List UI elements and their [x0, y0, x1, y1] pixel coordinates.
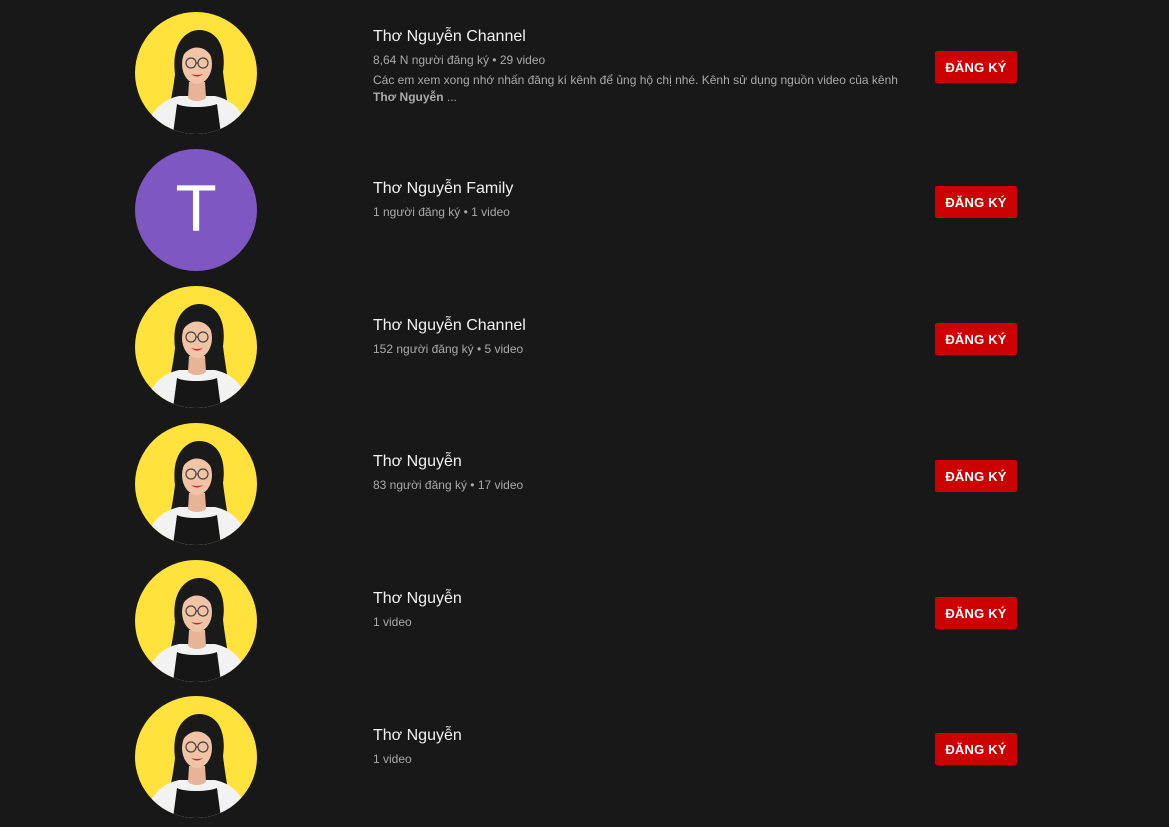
channel-title[interactable]: Thơ Nguyễn Channel [373, 26, 908, 48]
channel-title[interactable]: Thơ Nguyễn [373, 451, 908, 473]
profile-photo-icon [135, 12, 257, 134]
channel-title[interactable]: Thơ Nguyễn [373, 725, 908, 747]
channel-title[interactable]: Thơ Nguyễn [373, 588, 908, 610]
description-ellipsis: ... [443, 90, 457, 104]
channel-avatar[interactable]: T [135, 149, 257, 271]
channel-meta: 8,64 N người đăng ký • 29 video [373, 53, 546, 67]
profile-photo-icon [135, 560, 257, 682]
channel-info: Thơ Nguyễn 1 video [373, 725, 908, 768]
channel-result: Thơ Nguyễn 1 video ĐĂNG KÝ [0, 560, 1169, 682]
channel-result: T Thơ Nguyễn Family 1 người đăng ký • 1 … [0, 149, 1169, 271]
subscribe-button[interactable]: ĐĂNG KÝ [935, 460, 1017, 492]
channel-avatar[interactable] [135, 560, 257, 682]
subscribe-button[interactable]: ĐĂNG KÝ [935, 323, 1017, 355]
channel-title[interactable]: Thơ Nguyễn Family [373, 178, 908, 200]
channel-result: Thơ Nguyễn 1 video ĐĂNG KÝ [0, 696, 1169, 818]
channel-meta: 1 video [373, 615, 412, 629]
subscribe-button[interactable]: ĐĂNG KÝ [935, 51, 1017, 83]
channel-avatar[interactable] [135, 12, 257, 134]
channel-avatar[interactable] [135, 286, 257, 408]
channel-info: Thơ Nguyễn 83 người đăng ký • 17 video [373, 451, 908, 494]
description-highlight: Thơ Nguyễn [373, 90, 444, 104]
profile-photo-icon [135, 286, 257, 408]
avatar-letter: T [177, 173, 215, 246]
channel-info: Thơ Nguyễn Channel 152 người đăng ký • 5… [373, 315, 908, 358]
subscribe-button[interactable]: ĐĂNG KÝ [935, 186, 1017, 218]
channel-info: Thơ Nguyễn Family 1 người đăng ký • 1 vi… [373, 178, 908, 221]
profile-photo-icon [135, 696, 257, 818]
subscribe-button[interactable]: ĐĂNG KÝ [935, 733, 1017, 765]
channel-meta: 1 video [373, 752, 412, 766]
channel-result: Thơ Nguyễn Channel 152 người đăng ký • 5… [0, 286, 1169, 408]
channel-title[interactable]: Thơ Nguyễn Channel [373, 315, 908, 337]
description-text: Các em xem xong nhớ nhấn đăng kí kênh để… [373, 73, 898, 87]
channel-meta: 1 người đăng ký • 1 video [373, 205, 510, 219]
channel-avatar[interactable] [135, 696, 257, 818]
channel-info: Thơ Nguyễn Channel 8,64 N người đăng ký … [373, 26, 908, 106]
channel-result: Thơ Nguyễn 83 người đăng ký • 17 video Đ… [0, 423, 1169, 545]
channel-result: Thơ Nguyễn Channel 8,64 N người đăng ký … [0, 12, 1169, 134]
channel-search-results: Thơ Nguyễn Channel 8,64 N người đăng ký … [0, 0, 1169, 827]
profile-photo-icon [135, 423, 257, 545]
channel-meta: 83 người đăng ký • 17 video [373, 478, 524, 492]
channel-info: Thơ Nguyễn 1 video [373, 588, 908, 631]
channel-description: Các em xem xong nhớ nhấn đăng kí kênh để… [373, 72, 908, 106]
channel-meta: 152 người đăng ký • 5 video [373, 342, 524, 356]
subscribe-button[interactable]: ĐĂNG KÝ [935, 597, 1017, 629]
channel-avatar[interactable] [135, 423, 257, 545]
